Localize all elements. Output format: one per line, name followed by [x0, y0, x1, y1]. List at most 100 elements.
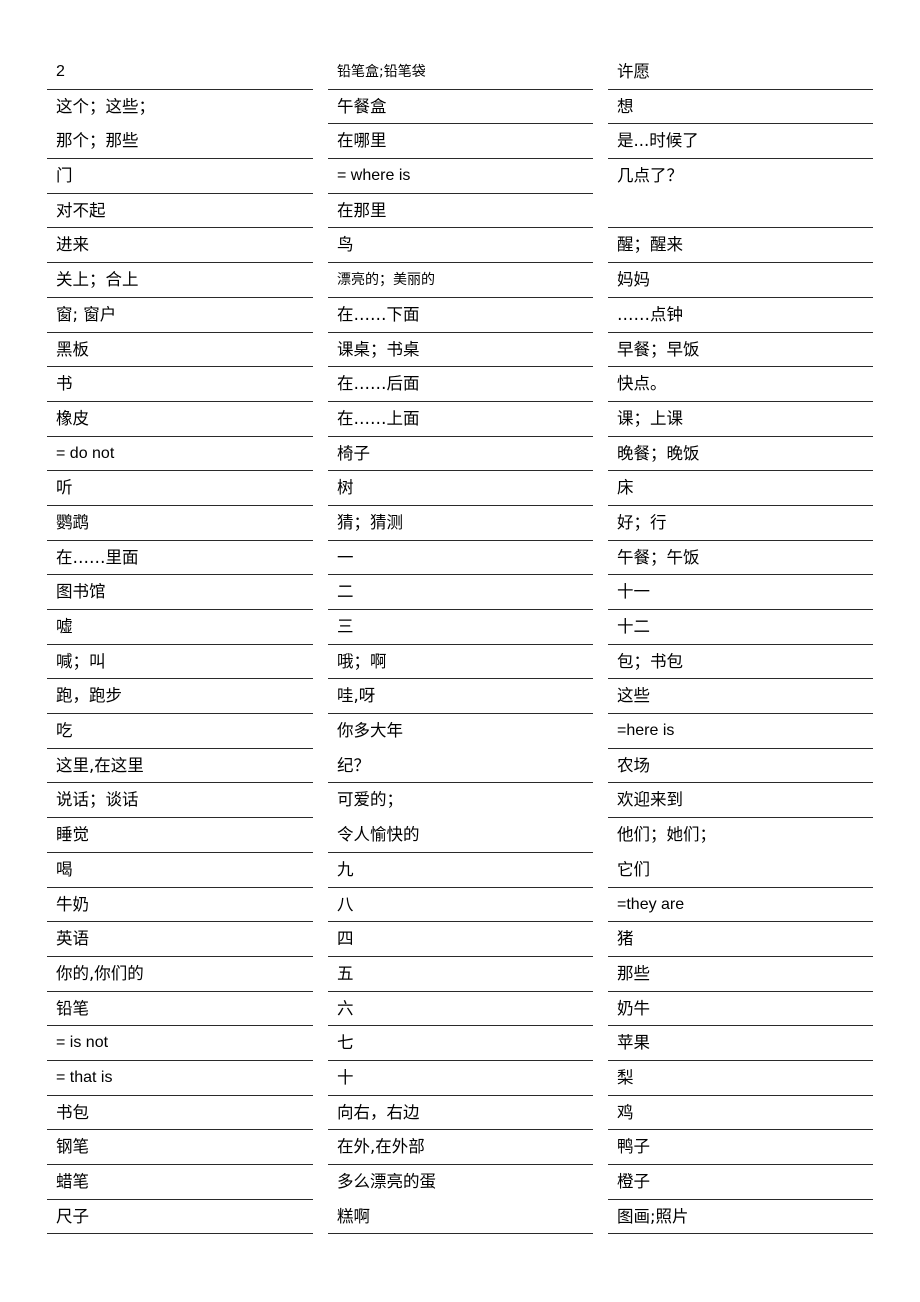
vocab-cell: 在……里面 — [47, 541, 313, 576]
vocab-cell: 书包 — [47, 1096, 313, 1131]
vocab-cell: 在哪里 — [328, 124, 593, 160]
vocab-cell: 欢迎来到 — [608, 783, 873, 819]
vocab-cell: 猜；猜测 — [328, 506, 593, 541]
vocab-cell: 三 — [328, 610, 593, 645]
vocab-cell: 七 — [328, 1026, 593, 1061]
vocab-cell: 五 — [328, 957, 593, 992]
vocab-cell: 英语 — [47, 922, 313, 957]
vocab-cell: 在……上面 — [328, 402, 593, 437]
vocab-cell-line: 糕啊 — [337, 1206, 370, 1226]
vocab-cell: 六 — [328, 992, 593, 1027]
vocab-cell: 在外,在外部 — [328, 1130, 593, 1166]
vocab-cell: 晚餐；晚饭 — [608, 437, 873, 472]
vocab-cell: 黑板 — [47, 333, 313, 368]
vocab-cell: 是...时候了 — [608, 124, 873, 160]
vocab-cell: 说话；谈话 — [47, 783, 313, 819]
vocab-cell-line — [617, 194, 873, 229]
vocab-cell: 图书馆 — [47, 575, 313, 611]
vocab-cell: 九 — [328, 853, 593, 888]
vocab-cell: 四 — [328, 922, 593, 957]
vocab-cell: 八 — [328, 888, 593, 923]
vocab-cell-line: 这个；这些； — [56, 96, 155, 116]
vocab-column-2: 铅笔盒;铅笔袋 午餐盒 在哪里 = where is 在那里鸟漂亮的；美丽的 在……下面… — [328, 55, 593, 1235]
vocab-cell: 快点。 — [608, 367, 873, 402]
vocab-cell-line: 那个；那些 — [56, 131, 139, 151]
vocab-cell: 图画;照片 — [608, 1200, 873, 1235]
vocab-cell-line: 纪？ — [337, 755, 370, 775]
vocab-cell: 嘘 — [47, 610, 313, 645]
vocab-cell: 鸡 — [608, 1096, 873, 1131]
vocab-cell: 牛奶 — [47, 888, 313, 923]
vocab-cell: 树 — [328, 471, 593, 506]
vocab-cell: 喊；叫 — [47, 645, 313, 680]
vocab-cell-line: 他们；她们； — [617, 825, 716, 845]
vocab-cell: 这个；这些； 那个；那些 — [47, 90, 313, 160]
vocab-cell: ……点钟 — [608, 298, 873, 333]
vocab-cell: 喝 — [47, 853, 313, 888]
vocab-cell: 钢笔 — [47, 1130, 313, 1166]
vocab-cell: 这些 — [608, 679, 873, 715]
vocab-cell: 梨 — [608, 1061, 873, 1096]
vocab-cell: 妈妈 — [608, 263, 873, 298]
vocab-cell: =here is — [608, 714, 873, 749]
vocab-cell: 许愿 — [608, 55, 873, 90]
vocab-cell: 门 — [47, 159, 313, 194]
vocab-cell: =they are — [608, 888, 873, 923]
vocab-cell: 关上；合上 — [47, 263, 313, 298]
vocab-cell-line: 令人愉快的 — [337, 825, 420, 845]
vocab-cell: = is not — [47, 1026, 313, 1061]
vocab-cell-line: 几点了？ — [617, 166, 683, 186]
vocab-cell: 铅笔盒;铅笔袋 — [328, 55, 593, 90]
vocab-cell: 床 — [608, 471, 873, 506]
vocab-cell: 椅子 — [328, 437, 593, 472]
vocab-cell-line: 你多大年 — [337, 721, 403, 741]
vocab-cell: 二 — [328, 575, 593, 610]
vocab-cell: 几点了？ — [608, 159, 873, 229]
vocab-cell: 你的,你们的 — [47, 957, 313, 992]
vocab-cell: 书 — [47, 367, 313, 402]
vocab-cell: = that is — [47, 1061, 313, 1096]
vocab-column-1: 2 这个；这些； 那个；那些门对不起 进来 关上；合上 窗; 窗户 黑板书橡皮 = do no… — [47, 55, 313, 1235]
vocab-cell: 醒；醒来 — [608, 228, 873, 264]
vocab-cell: 2 — [47, 55, 313, 90]
vocab-cell: 午餐盒 — [328, 90, 593, 125]
vocab-cell: 早餐；早饭 — [608, 333, 873, 368]
vocab-cell: 鸟 — [328, 228, 593, 264]
vocab-cell: 奶牛 — [608, 992, 873, 1027]
vocab-cell: 向右，右边 — [328, 1096, 593, 1131]
vocab-cell: 那些 — [608, 957, 873, 992]
vocab-cell: 橙子 — [608, 1165, 873, 1200]
vocab-cell: 鹦鹉 — [47, 506, 313, 541]
vocab-cell: 在……下面 — [328, 298, 593, 333]
vocab-cell: 漂亮的；美丽的 — [328, 263, 593, 298]
vocab-cell: 苹果 — [608, 1026, 873, 1061]
vocab-cell: 课；上课 — [608, 402, 873, 437]
vocab-cell: 猪 — [608, 922, 873, 957]
vocab-cell: 睡觉 — [47, 818, 313, 853]
vocab-cell: 在那里 — [328, 194, 593, 229]
vocab-cell: 哇,呀 — [328, 679, 593, 715]
vocab-cell: 十一 — [608, 575, 873, 611]
vocab-cell: 这里,在这里 — [47, 749, 313, 784]
vocab-cell: 农场 — [608, 749, 873, 784]
vocab-cell: 听 — [47, 471, 313, 506]
vocab-cell-line: 可爱的； — [337, 790, 403, 810]
vocab-column-3: 许愿想是...时候了几点了？ 醒；醒来 妈妈 ……点钟 早餐；早饭 快点。 课；上课 晚餐；晚… — [608, 55, 873, 1235]
vocab-cell: 蜡笔 — [47, 1165, 313, 1200]
vocab-cell-line: 它们 — [617, 859, 650, 879]
vocab-cell: 好；行 — [608, 506, 873, 541]
vocab-cell: 多么漂亮的蛋 糕啊 — [328, 1165, 593, 1235]
vocab-cell: 哦；啊 — [328, 645, 593, 680]
vocab-cell-line: 多么漂亮的蛋 — [337, 1172, 436, 1192]
vocab-cell: 午餐；午饭 — [608, 541, 873, 576]
vocab-cell: 他们；她们； 它们 — [608, 818, 873, 888]
vocab-cell: = do not — [47, 437, 313, 472]
vocab-cell: 在……后面 — [328, 367, 593, 402]
vocab-cell: 一 — [328, 541, 593, 576]
vocab-cell: 可爱的； 令人愉快的 — [328, 783, 593, 853]
vocab-cell: 吃 — [47, 714, 313, 749]
vocab-cell: 跑，跑步 — [47, 679, 313, 715]
vocab-cell: 鸭子 — [608, 1130, 873, 1166]
vocab-cell: 想 — [608, 90, 873, 125]
vocab-cell: 包；书包 — [608, 645, 873, 680]
